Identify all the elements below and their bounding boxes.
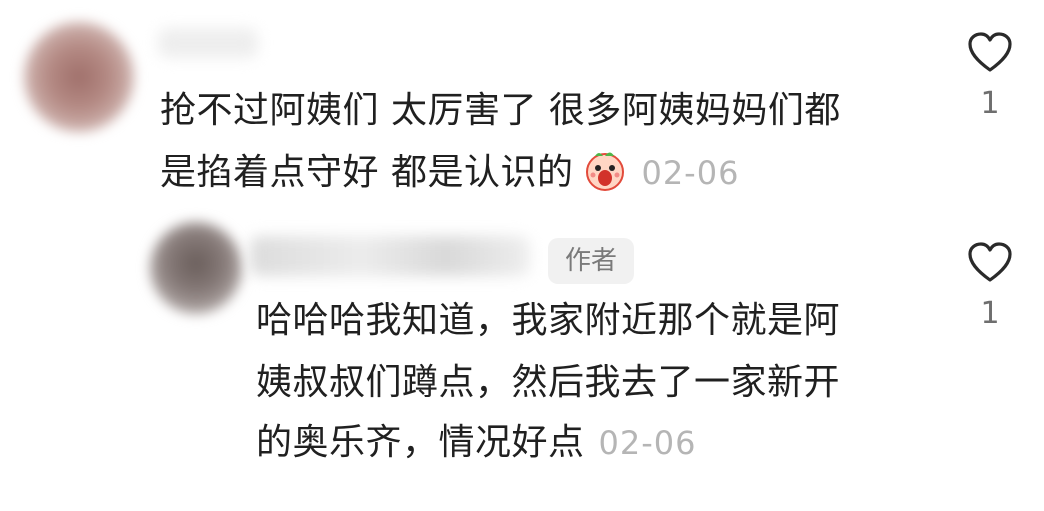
screaming-face-icon [583,148,627,192]
comment-text-line-2: 是掐着点守好 都是认识的 02-06 [160,148,739,198]
comment-text-line: 抢不过阿姨们 太厉害了 很多阿姨妈妈们都 [160,90,841,131]
comment-date: 02-06 [641,154,740,192]
reply-text: 的奥乐齐，情况好点 [256,422,585,463]
username-blurred[interactable] [250,236,530,276]
like-count: 1 [980,86,1000,121]
reply-text-line-3: 的奥乐齐，情况好点 02-06 [256,418,697,468]
like-button[interactable]: 1 [960,30,1020,121]
author-badge: 作者 [548,238,634,284]
like-button[interactable]: 1 [960,240,1020,331]
heart-icon [968,32,1012,72]
comment-text: 是掐着点守好 都是认识的 [160,152,574,193]
avatar[interactable] [24,22,134,132]
reply-date: 02-06 [598,424,697,462]
heart-icon [968,242,1012,282]
like-count: 1 [980,296,1000,331]
reply-text-line: 姨叔叔们蹲点，然后我去了一家新开 [256,362,841,403]
username-blurred[interactable] [158,28,258,58]
avatar[interactable] [150,222,242,314]
reply-text-line: 哈哈哈我知道，我家附近那个就是阿 [256,300,841,341]
